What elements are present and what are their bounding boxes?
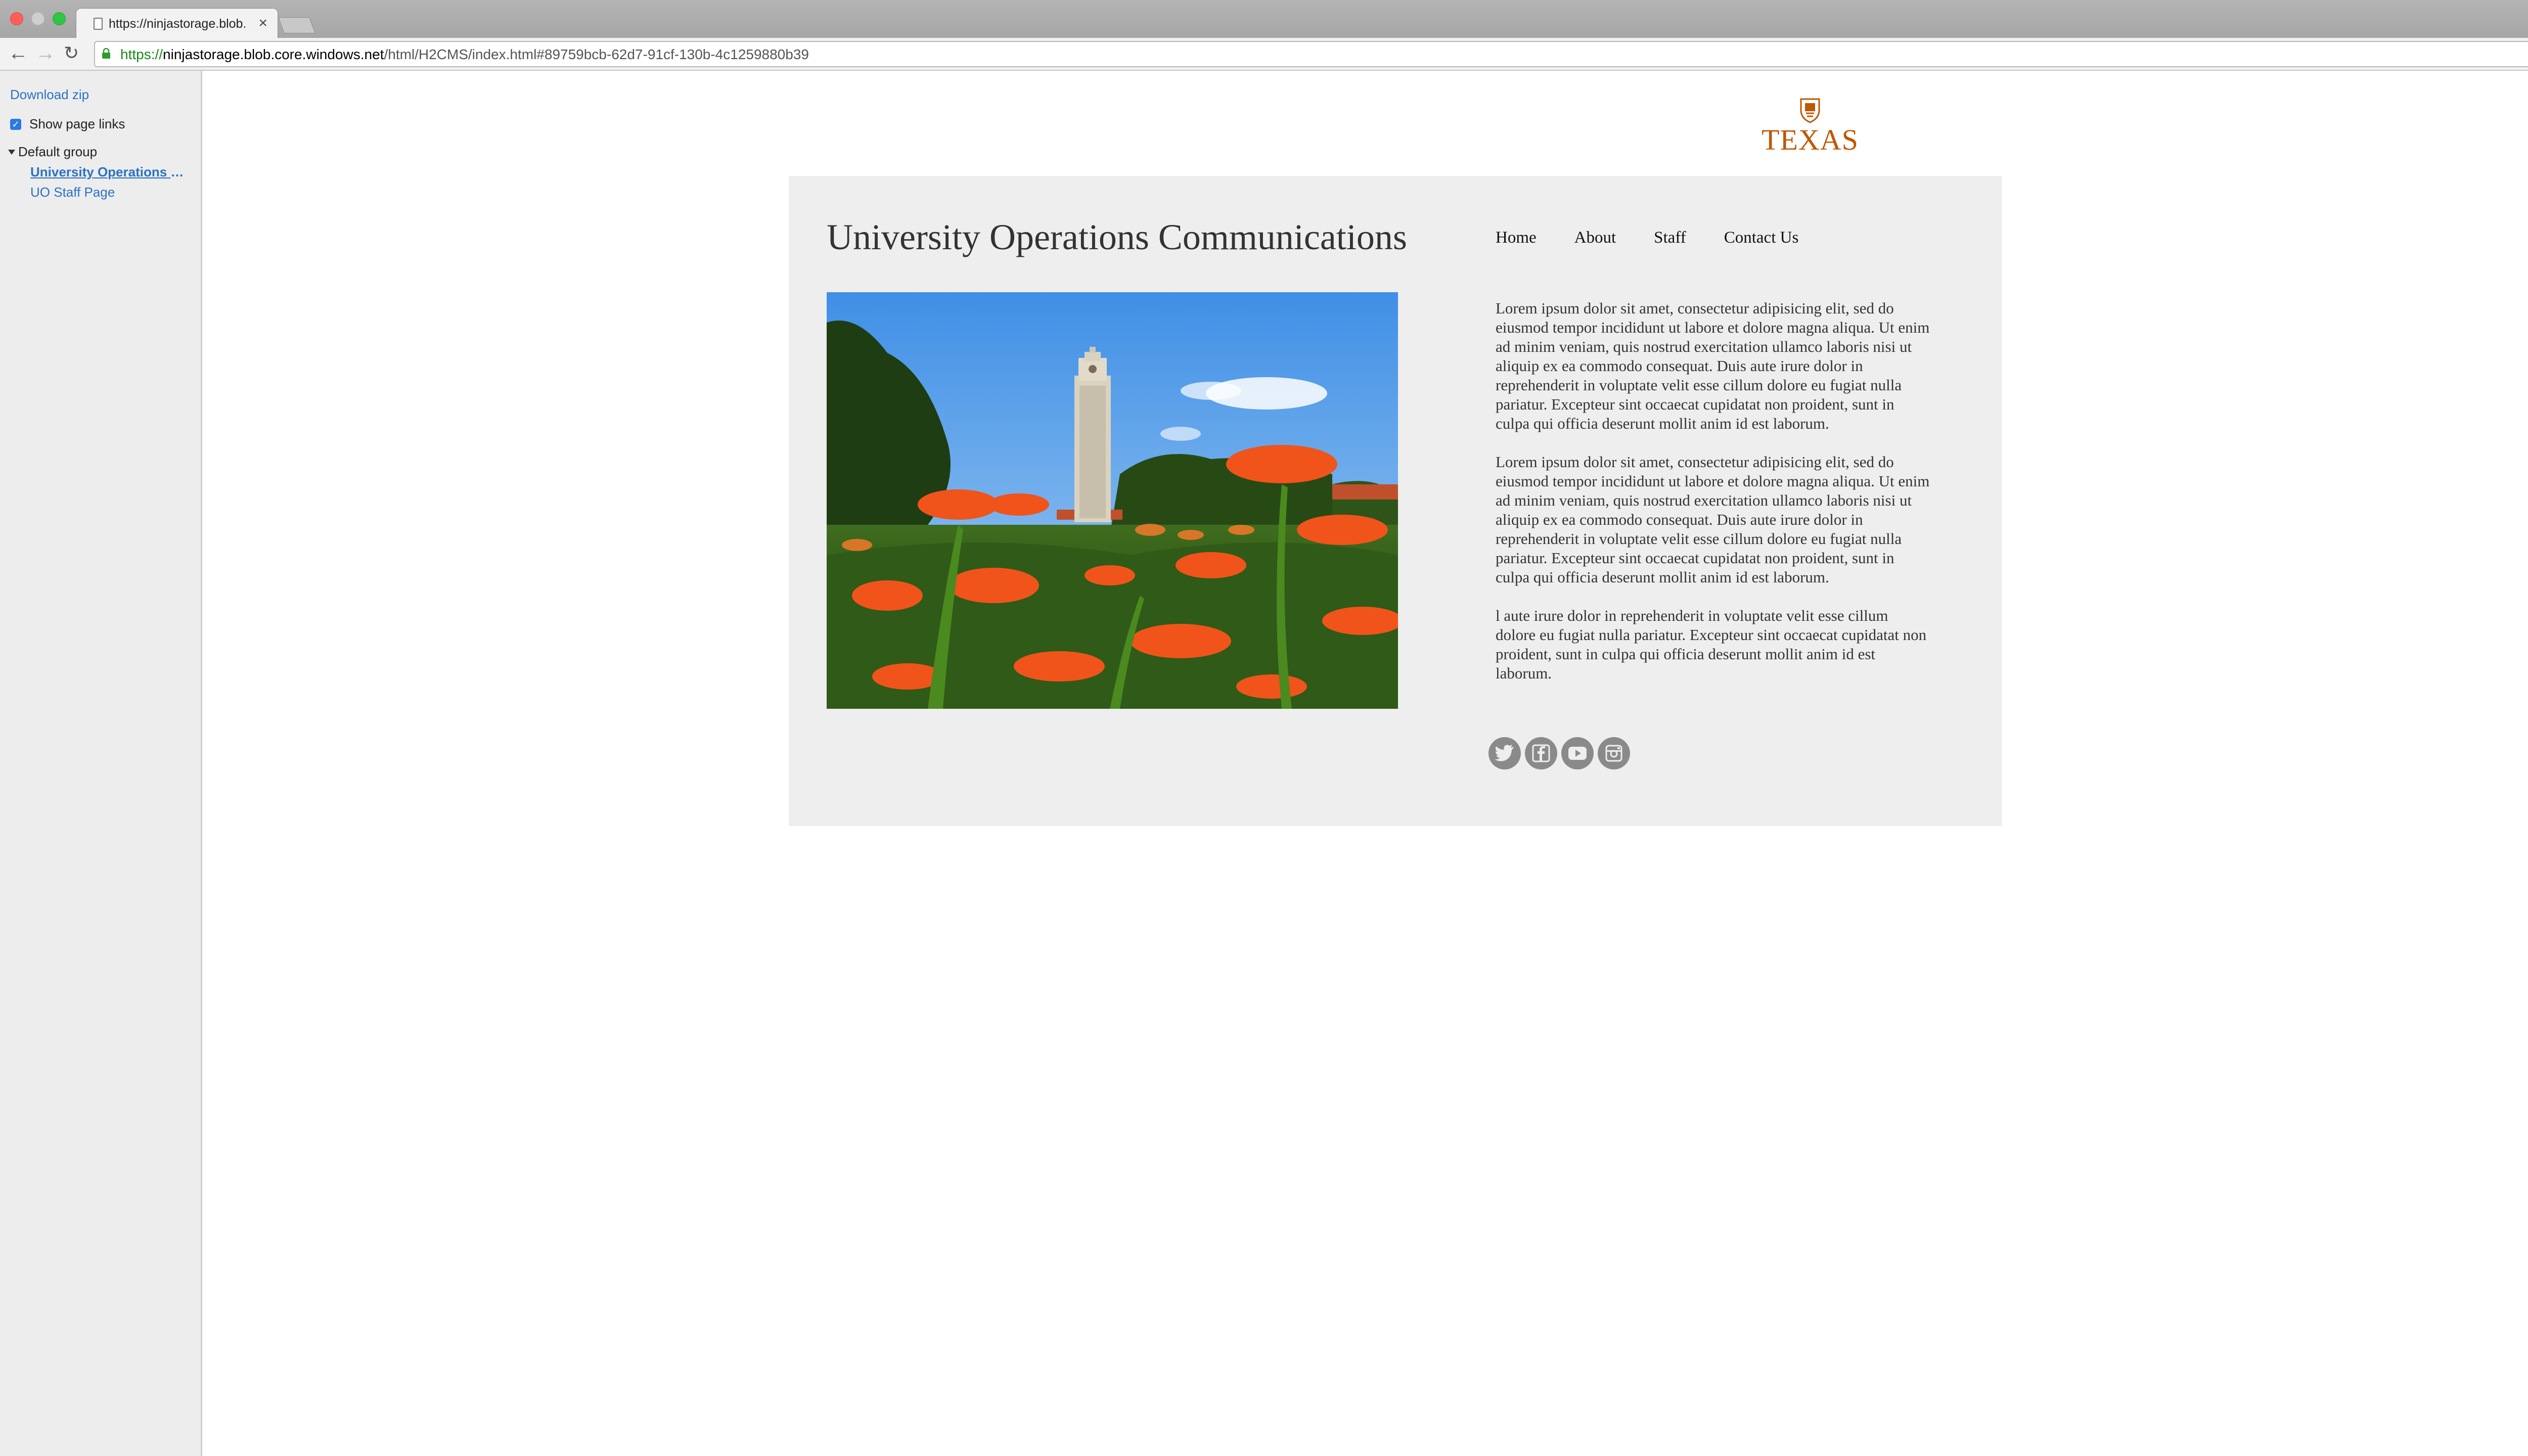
lock-icon: [102, 48, 110, 59]
social-links: [1488, 737, 1634, 769]
tab-title: https://ninjastorage.blob.c: [109, 17, 245, 31]
browser-titlebar: https://ninjastorage.blob.c ×: [0, 0, 2528, 38]
main-nav: Home About Staff Contact Us: [1496, 229, 1798, 247]
page-title: University Operations Communications: [827, 217, 1407, 257]
logo-text: TEXAS: [1762, 123, 1859, 156]
facebook-icon[interactable]: [1525, 737, 1557, 769]
forward-button[interactable]: →: [35, 43, 56, 63]
show-page-links-toggle[interactable]: ✓ Show page links: [10, 116, 125, 132]
body-text: Lorem ipsum dolor sit amet, consectetur …: [1496, 299, 1930, 702]
browser-tab[interactable]: https://ninjastorage.blob.c ×: [76, 8, 278, 38]
reload-button[interactable]: ↻: [64, 43, 79, 63]
url-text: https://ninjastorage.blob.core.windows.n…: [120, 47, 809, 62]
show-page-links-label: Show page links: [29, 116, 125, 131]
texas-logo[interactable]: TEXAS: [1759, 97, 1861, 155]
download-zip-link[interactable]: Download zip: [10, 87, 89, 103]
nav-contact-us[interactable]: Contact Us: [1724, 229, 1799, 247]
browser-toolbar: ← → ↻ https://ninjastorage.blob.core.win…: [0, 38, 2528, 71]
youtube-icon[interactable]: [1561, 737, 1594, 769]
sidebar-page-university-operations[interactable]: University Operations Communications: [30, 164, 187, 180]
caret-down-icon: [8, 149, 15, 155]
shield-icon: [1800, 98, 1820, 123]
paragraph-1: Lorem ipsum dolor sit amet, consectetur …: [1496, 299, 1930, 432]
paragraph-3: l aute irure dolor in reprehenderit in v…: [1496, 607, 1927, 682]
close-window-button[interactable]: [10, 12, 23, 25]
paragraph-2: Lorem ipsum dolor sit amet, consectetur …: [1496, 453, 1930, 586]
checkbox-checked-icon[interactable]: ✓: [10, 118, 21, 130]
default-group-toggle[interactable]: Default group: [8, 144, 97, 160]
group-label: Default group: [18, 144, 98, 159]
instagram-icon[interactable]: [1598, 737, 1630, 769]
address-bar[interactable]: https://ninjastorage.blob.core.windows.n…: [94, 41, 2528, 67]
ut-tower-photo: [827, 292, 1398, 709]
page-icon: [94, 18, 103, 30]
zoom-window-button[interactable]: [53, 12, 66, 25]
nav-staff[interactable]: Staff: [1654, 229, 1686, 247]
tab-close-icon[interactable]: ×: [258, 15, 267, 32]
content-card: University Operations Communications Hom…: [789, 176, 2002, 826]
minimize-window-button[interactable]: [31, 12, 44, 25]
sidebar-page-uo-staff[interactable]: UO Staff Page: [30, 185, 115, 200]
back-button[interactable]: ←: [8, 43, 28, 63]
twitter-icon[interactable]: [1488, 737, 1521, 769]
new-tab-button[interactable]: [278, 17, 315, 33]
nav-home[interactable]: Home: [1496, 229, 1537, 247]
sidebar: Download zip ✓ Show page links Default g…: [0, 71, 202, 1456]
nav-about[interactable]: About: [1574, 229, 1616, 247]
